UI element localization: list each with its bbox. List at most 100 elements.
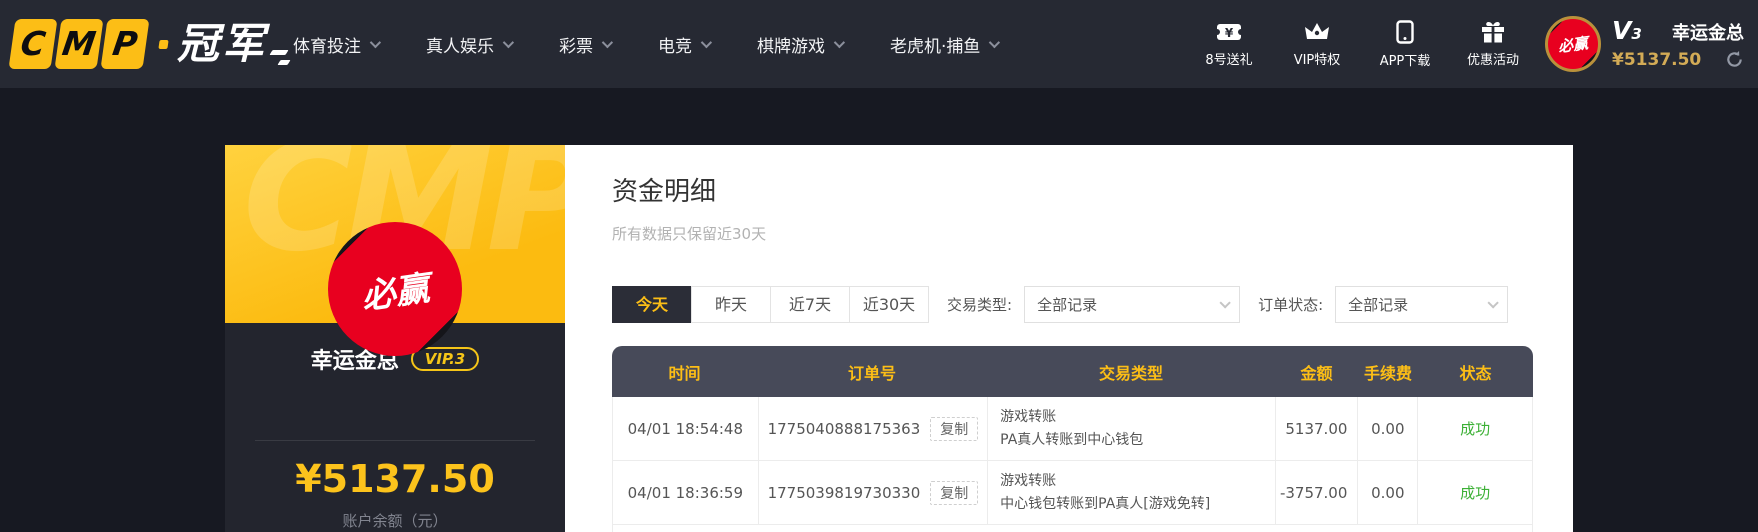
header-fee: 手续费 bbox=[1363, 363, 1412, 383]
header-status: 状态 bbox=[1459, 363, 1492, 383]
logo-dot bbox=[158, 39, 169, 49]
transactions-table: 时间 订单号 交易类型 金额 手续费 状态 04/01 18:54:48 177… bbox=[612, 346, 1533, 532]
gift-coupon-icon: ¥ bbox=[1216, 23, 1242, 40]
chevron-down-icon bbox=[700, 36, 713, 49]
account-balance-label: 账户余额（元） bbox=[342, 512, 448, 530]
page-subtitle: 所有数据只保留近30天 bbox=[612, 225, 767, 243]
quick-link-label: VIP特权 bbox=[1293, 52, 1341, 68]
quick-link-label: 8号送礼 bbox=[1205, 52, 1253, 68]
header-amount: 金额 bbox=[1300, 363, 1333, 383]
status-badge: 成功 bbox=[1460, 484, 1491, 502]
chevron-down-icon bbox=[1487, 296, 1499, 309]
account-balance: ¥5137.50 bbox=[295, 457, 495, 501]
quick-link-app-download[interactable]: APP下载 bbox=[1376, 19, 1434, 69]
quick-link-label: 优惠活动 bbox=[1466, 53, 1519, 68]
chevron-down-icon bbox=[369, 36, 382, 49]
phone-icon bbox=[1396, 19, 1414, 44]
menu-item-label: 真人娱乐 bbox=[426, 36, 494, 57]
cell-type-line1: 游戏转账 bbox=[1000, 409, 1057, 425]
chevron-down-icon bbox=[1219, 296, 1231, 309]
page-title: 资金明细 bbox=[612, 177, 717, 207]
table-row: 04/01 18:36:59 1775039819730330 复制 游戏转账 … bbox=[613, 461, 1532, 525]
logo-letter-tile: C bbox=[8, 19, 58, 69]
logo-speed-dashes bbox=[269, 49, 291, 65]
cell-time: 04/01 18:36:59 bbox=[627, 483, 744, 502]
menu-item-live-casino[interactable]: 真人娱乐 bbox=[426, 32, 515, 57]
quick-link-gift-day8[interactable]: ¥ 8号送礼 bbox=[1200, 21, 1258, 68]
filter-controls: 今天 昨天 近7天 近30天 交易类型: 全部记录 订单状态: 全部记录 bbox=[612, 286, 1573, 323]
menu-item-board-games[interactable]: 棋牌游戏 bbox=[757, 32, 846, 57]
menu-item-label: 老虎机·捕鱼 bbox=[890, 36, 981, 57]
giftbox-icon bbox=[1482, 22, 1504, 43]
header-transaction-type: 交易类型 bbox=[1098, 363, 1163, 383]
wallet-balance: ¥5137.50 bbox=[1612, 49, 1702, 70]
divider bbox=[255, 440, 535, 441]
logo-letter-tile: M bbox=[54, 19, 104, 69]
tab-last-7-days[interactable]: 近7天 bbox=[770, 286, 850, 323]
menu-item-label: 电竞 bbox=[658, 36, 692, 57]
vip-level-badge: V3 bbox=[1612, 15, 1642, 45]
funds-detail-panel: 资金明细 所有数据只保留近30天 今天 昨天 近7天 近30天 交易类型: 全部… bbox=[565, 145, 1573, 532]
status-badge: 成功 bbox=[1460, 420, 1491, 438]
cell-amount: -3757.00 bbox=[1279, 483, 1348, 502]
copy-button[interactable]: 复制 bbox=[930, 416, 979, 441]
profile-badge: 必赢 bbox=[328, 222, 462, 356]
main-menu: 体育投注 真人娱乐 彩票 电竞 棋牌游戏 老虎机·捕鱼 bbox=[293, 0, 1001, 88]
chevron-down-icon bbox=[833, 36, 846, 49]
tab-yesterday[interactable]: 昨天 bbox=[691, 286, 771, 323]
username[interactable]: 幸运金总 bbox=[1672, 19, 1744, 45]
quick-link-label: APP下载 bbox=[1379, 53, 1431, 69]
quick-link-promotions[interactable]: 优惠活动 bbox=[1464, 20, 1522, 68]
selected-value: 全部记录 bbox=[1037, 296, 1098, 314]
header-order-no: 订单号 bbox=[847, 363, 896, 383]
cell-type-line2: PA真人转账到中心钱包 bbox=[1000, 432, 1144, 448]
refresh-icon[interactable] bbox=[1725, 50, 1744, 69]
user-summary: V3 幸运金总 ¥5137.50 bbox=[1612, 15, 1744, 70]
cell-type-line1: 游戏转账 bbox=[1000, 473, 1057, 489]
chevron-down-icon bbox=[502, 36, 515, 49]
crown-icon bbox=[1305, 22, 1329, 39]
header-time: 时间 bbox=[668, 363, 701, 383]
menu-item-lottery[interactable]: 彩票 bbox=[559, 32, 614, 57]
menu-item-slots-fishing[interactable]: 老虎机·捕鱼 bbox=[890, 32, 1001, 57]
copy-button[interactable]: 复制 bbox=[930, 480, 979, 505]
transaction-type-select[interactable]: 全部记录 bbox=[1024, 286, 1241, 323]
table-row: 04/01 18:54:48 1775040888175363 复制 游戏转账 … bbox=[613, 397, 1532, 461]
quick-link-vip[interactable]: VIP特权 bbox=[1288, 21, 1346, 68]
logo-chinese-text: 冠军 bbox=[177, 19, 268, 68]
order-status-label: 订单状态: bbox=[1258, 296, 1324, 314]
menu-item-label: 体育投注 bbox=[293, 36, 361, 57]
chevron-down-icon bbox=[989, 36, 1001, 49]
cell-fee: 0.00 bbox=[1371, 483, 1405, 502]
date-range-tabs: 今天 昨天 近7天 近30天 bbox=[612, 286, 929, 323]
svg-text:¥: ¥ bbox=[1225, 26, 1234, 40]
selected-value: 全部记录 bbox=[1348, 296, 1409, 314]
chevron-down-icon bbox=[601, 36, 614, 49]
account-sidebar: CMP 必赢 幸运金总 VIP.3 ¥5137.50 账户余额（元） bbox=[225, 145, 565, 532]
top-nav: C M P 冠军 体育投注 真人娱乐 彩票 电竞 棋牌游戏 老虎机·捕鱼 ¥ 8… bbox=[0, 0, 1758, 88]
brand-logo[interactable]: C M P 冠军 bbox=[8, 16, 291, 72]
table-header: 时间 订单号 交易类型 金额 手续费 状态 bbox=[612, 346, 1533, 397]
user-area: 必赢 V3 幸运金总 ¥5137.50 bbox=[1545, 0, 1744, 88]
cell-order-no: 1775039819730330 bbox=[767, 483, 921, 502]
menu-item-label: 棋牌游戏 bbox=[757, 36, 825, 57]
tab-last-30-days[interactable]: 近30天 bbox=[849, 286, 929, 323]
cell-type-line2: 中心钱包转账到PA真人[游戏免转] bbox=[1000, 496, 1211, 512]
cell-amount: 5137.00 bbox=[1285, 419, 1348, 438]
tab-today[interactable]: 今天 bbox=[612, 286, 692, 323]
table-row bbox=[613, 525, 1532, 532]
cell-time: 04/01 18:54:48 bbox=[627, 419, 744, 438]
cell-order-no: 1775040888175363 bbox=[767, 419, 921, 438]
avatar[interactable]: 必赢 bbox=[1545, 16, 1601, 72]
table-body: 04/01 18:54:48 1775040888175363 复制 游戏转账 … bbox=[612, 397, 1533, 532]
menu-item-esports[interactable]: 电竞 bbox=[658, 32, 713, 57]
quick-links: ¥ 8号送礼 VIP特权 APP下载 优惠活动 bbox=[1200, 0, 1522, 88]
cell-fee: 0.00 bbox=[1371, 419, 1405, 438]
menu-item-sports[interactable]: 体育投注 bbox=[293, 32, 382, 57]
profile-badge-text: 必赢 bbox=[359, 267, 432, 318]
logo-letter-tile: P bbox=[100, 19, 150, 69]
avatar-badge-text: 必赢 bbox=[1556, 33, 1590, 56]
menu-item-label: 彩票 bbox=[559, 36, 593, 57]
order-status-select[interactable]: 全部记录 bbox=[1335, 286, 1509, 323]
transaction-type-label: 交易类型: bbox=[947, 296, 1013, 314]
